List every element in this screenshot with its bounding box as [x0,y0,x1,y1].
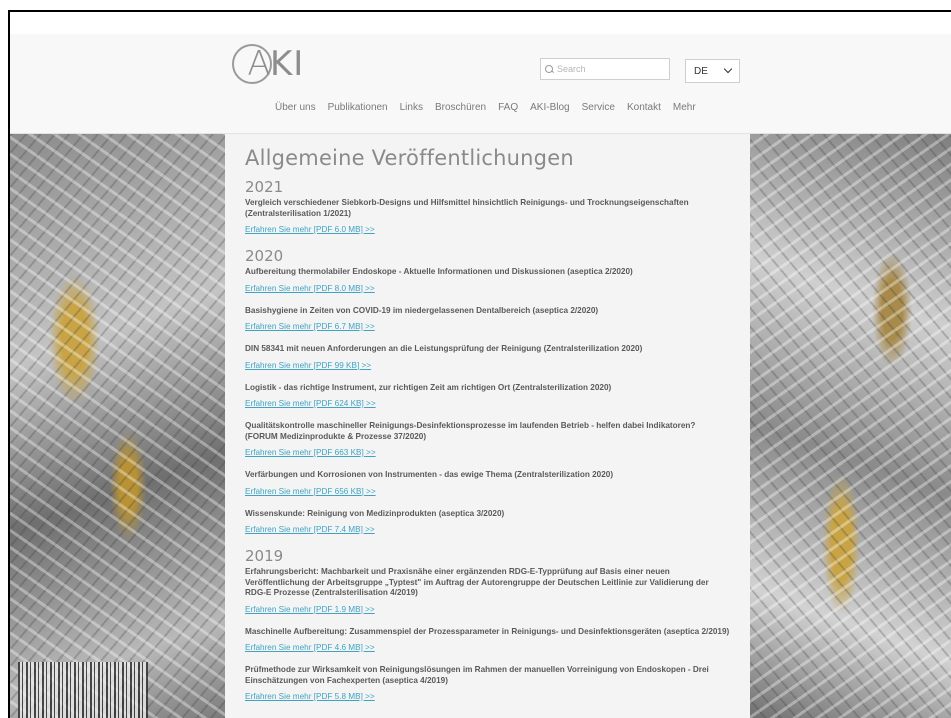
publication-link[interactable]: Erfahren Sie mehr [PDF 99 KB] >> [245,361,371,372]
language-selected: DE [694,65,708,77]
year-heading: 2019 [245,547,284,565]
year-section-2021: 2021 Vergleich verschiedener Siebkorb-De… [245,178,730,237]
background-instruments-right [750,134,951,718]
barcode-graphic [18,662,148,718]
publication-title: Basishygiene in Zeiten von COVID-19 im n… [245,305,599,315]
publication-item: Vergleich verschiedener Siebkorb-Designs… [245,198,730,237]
publication-link[interactable]: Erfahren Sie mehr [PDF 8.0 MB] >> [245,284,375,295]
publication-link[interactable]: Erfahren Sie mehr [PDF 663 KB] >> [245,448,376,459]
publication-item: Wissenskunde: Reinigung von Medizinprodu… [245,509,730,538]
publication-item: Aufbereitung thermolabiler Endoskope - A… [245,267,730,296]
publication-link[interactable]: Erfahren Sie mehr [PDF 6.0 MB] >> [245,225,375,236]
publication-item: Erfahrungsbericht: Machbarkeit und Praxi… [245,567,730,617]
publication-link[interactable]: Erfahren Sie mehr [PDF 624 KB] >> [245,399,376,410]
nav-item-broschueren[interactable]: Broschüren [435,102,486,113]
publication-title: Verfärbungen und Korrosionen von Instrum… [245,470,614,479]
site-header: A KI DE Über uns Publikationen Links Bro… [10,34,951,134]
year-section-2020: 2020 Aufbereitung thermolabiler Endoskop… [245,247,730,537]
publication-title: DIN 58341 mit neuen Anforderungen an die… [245,344,643,353]
publication-link[interactable]: Erfahren Sie mehr [PDF 1.9 MB] >> [245,605,375,616]
search-input[interactable] [557,64,667,74]
publication-item: Basishygiene in Zeiten von COVID-19 im n… [245,306,730,335]
publication-title: Prüfmethode zur Wirksamkeit von Reinigun… [245,665,709,685]
search-icon [545,64,554,74]
publication-title: Aufbereitung thermolabiler Endoskope - A… [245,267,633,276]
publication-item: Qualitätskontrolle maschineller Reinigun… [245,421,730,460]
chevron-down-icon [723,64,733,74]
publication-item: Maschinelle Aufbereitung: Zusammenspiel … [245,627,730,656]
nav-item-aki-blog[interactable]: AKI-Blog [530,102,569,113]
nav-item-publikationen[interactable]: Publikationen [328,102,388,113]
publication-item: Verfärbungen und Korrosionen von Instrum… [245,470,730,499]
nav-item-mehr[interactable]: Mehr [673,102,696,113]
publication-title: Logistik - das richtige Instrument, zur … [245,382,612,392]
aki-logo[interactable]: A KI [232,42,304,86]
year-heading: 2021 [245,178,284,196]
publication-link[interactable]: Erfahren Sie mehr [PDF 4.6 MB] >> [245,643,375,654]
publication-link[interactable]: Erfahren Sie mehr [PDF 656 KB] >> [245,487,376,498]
nav-item-faq[interactable]: FAQ [498,102,518,113]
nav-item-links[interactable]: Links [400,102,423,113]
logo-ring-icon: A [232,44,272,84]
nav-item-ueber-uns[interactable]: Über uns [275,102,316,113]
logo-text: KI [270,44,305,84]
language-select[interactable]: DE [685,59,740,83]
publication-title: Qualitätskontrolle maschineller Reinigun… [245,421,696,441]
nav-item-service[interactable]: Service [582,102,615,113]
publication-item: Logistik - das richtige Instrument, zur … [245,383,730,412]
browser-frame: A KI DE Über uns Publikationen Links Bro… [8,10,951,718]
year-heading: 2020 [245,247,284,265]
publication-item: Prüfmethode zur Wirksamkeit von Reinigun… [245,665,730,704]
publication-link[interactable]: Erfahren Sie mehr [PDF 7.4 MB] >> [245,525,375,536]
publication-title: Erfahrungsbericht: Machbarkeit und Praxi… [245,567,709,597]
publications-content: Allgemeine Veröffentlichungen 2021 Vergl… [225,134,750,718]
publication-item: DIN 58341 mit neuen Anforderungen an die… [245,344,730,373]
main-nav: Über uns Publikationen Links Broschüren … [275,102,708,113]
publication-title: Maschinelle Aufbereitung: Zusammenspiel … [245,626,730,636]
nav-item-kontakt[interactable]: Kontakt [627,102,661,113]
logo-letter: A [247,44,271,84]
publication-title: Vergleich verschiedener Siebkorb-Designs… [245,198,689,218]
background-instruments-left [10,134,225,718]
search-box[interactable] [540,58,670,80]
publication-title: Wissenskunde: Reinigung von Medizinprodu… [245,508,505,518]
publication-link[interactable]: Erfahren Sie mehr [PDF 5.8 MB] >> [245,692,375,703]
year-section-2019: 2019 Erfahrungsbericht: Machbarkeit und … [245,547,730,704]
page-title: Allgemeine Veröffentlichungen [245,146,574,170]
publication-link[interactable]: Erfahren Sie mehr [PDF 6.7 MB] >> [245,322,375,333]
